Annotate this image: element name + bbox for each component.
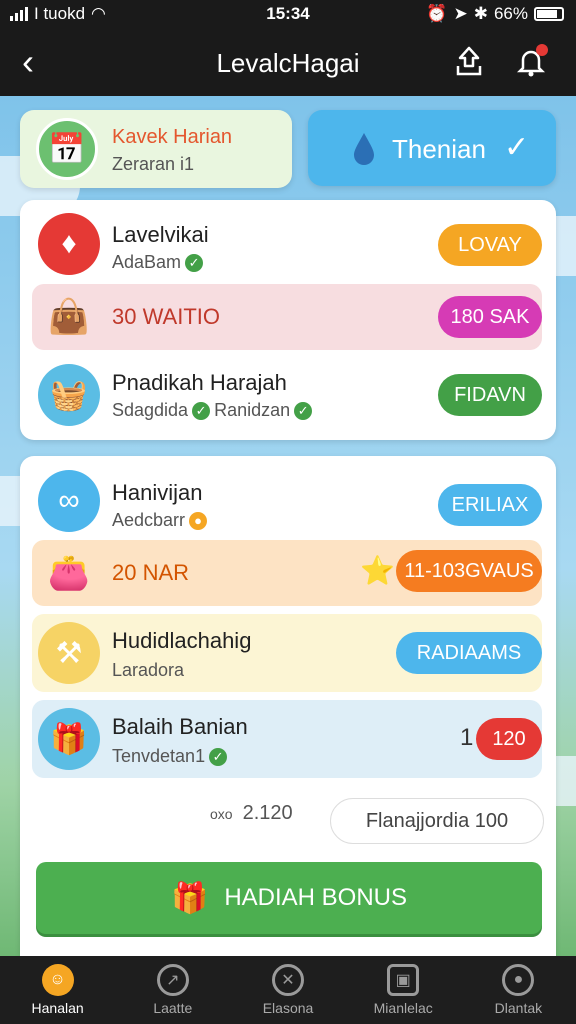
trophy-icon: ♦ — [38, 213, 100, 275]
battery-label: 66% — [493, 4, 528, 23]
amount-prefix: oxo — [210, 805, 233, 822]
claim-button[interactable]: FIDAVN — [438, 374, 542, 416]
amount-value: 2.120 — [242, 802, 293, 824]
user-icon: ● — [502, 964, 535, 996]
tools-icon: ✕ — [272, 964, 304, 996]
theme-tab-label: Thenian — [392, 134, 486, 164]
gift-icon: 🎁 — [170, 881, 209, 915]
basket-icon: 🧺 — [38, 364, 100, 426]
nav-item-tools[interactable]: ✕ Elasona — [230, 956, 345, 1024]
theme-tab[interactable]: Thenian ✓ — [308, 110, 556, 186]
reward-row: ⚒ Hudidlachahig Laradora RADIAAMS — [32, 614, 542, 692]
page-title: LevalcHagai — [216, 48, 360, 78]
bag-icon: 👜 — [47, 298, 91, 336]
promo-row: 👜 30 WAITIO 180 SAK — [32, 284, 542, 350]
claim-button[interactable]: ERILIAX — [438, 484, 542, 526]
avatar-icon: ☺ — [41, 964, 74, 996]
nav-label: Mianlelac — [373, 1000, 433, 1016]
check-icon: ✓ — [185, 253, 204, 272]
reward-title: Pnadikah Harajah — [112, 370, 287, 395]
reward-title: Hanivijan — [112, 480, 203, 505]
calendar-icon: 📅 — [36, 118, 98, 180]
reward-subtitle: Aedcbarr ● — [112, 510, 208, 531]
battery-icon — [534, 7, 564, 21]
promo-button[interactable]: 11-103GVAUS — [396, 550, 542, 592]
reward-row: ∞ Hanivijan Aedcbarr ● ERILIAX — [32, 464, 542, 540]
reward-title: Balaih Banian — [112, 714, 248, 739]
claim-button[interactable]: 120 — [476, 718, 542, 760]
reward-panel-1: ♦ Lavelvikai AdaBam ✓ LOVAY 👜 30 WAITIO 1… — [20, 200, 556, 440]
nav-label: Hanalan — [31, 1000, 84, 1016]
reward-title: Lavelvikai — [112, 222, 209, 247]
link-icon: ∞ — [38, 470, 100, 532]
bonus-button[interactable]: 🎁 HADIAH BONUS — [36, 862, 542, 934]
box-icon: ▣ — [387, 964, 420, 996]
reward-row: 🎁 Balaih Banian Tenvdetan1 ✓ 1 120 — [32, 700, 542, 778]
nav-label: Elasona — [262, 1000, 314, 1016]
tools-icon: ⚒ — [38, 622, 100, 684]
reward-title: Hudidlachahig — [112, 628, 252, 653]
amount-input[interactable]: Flanajjordia 100 — [330, 798, 544, 844]
reward-subtitle: Laradora — [112, 660, 185, 680]
bonus-button-label: HADIAH BONUS — [224, 884, 408, 911]
check-icon: ✓ — [504, 131, 530, 164]
daily-subtitle: Zeraran i1 — [112, 154, 195, 174]
star-icon: ⭐ — [360, 555, 395, 586]
daily-title: Kavek Harian — [112, 126, 233, 148]
bottom-nav: ☺ Hanalan ↗ Laatte ✕ Elasona ▣ Mianlelac… — [0, 956, 576, 1024]
nav-label: Laatte — [153, 1000, 193, 1016]
drop-icon — [354, 133, 374, 165]
reward-subtitle: Tenvdetan1 ✓ — [112, 746, 228, 767]
reward-subtitle: AdaBam ✓ — [112, 252, 204, 273]
compass-icon: ↗ — [156, 964, 189, 996]
daily-level-tab[interactable]: 📅 Kavek Harian Zeraran i1 — [20, 110, 292, 188]
promo-text: 20 NAR — [112, 560, 190, 585]
claim-button[interactable]: LOVAY — [438, 224, 542, 266]
reward-row: 🧺 Pnadikah Harajah Sdagdida ✓ Ranidzan ✓ FI… — [32, 358, 542, 432]
promo-button[interactable]: 180 SAK — [438, 296, 542, 338]
app-bar: ‹ LevalcHagai — [0, 30, 576, 96]
amount-display: oxo 2.120 — [210, 802, 293, 825]
nav-item-inventory[interactable]: ▣ Mianlelac — [346, 956, 461, 1024]
status-bar: I tuokd ◠ 15:34 ⏰ ➤ ✱ 66% — [0, 0, 576, 30]
nav-item-explore[interactable]: ↗ Laatte — [115, 956, 230, 1024]
nav-label: Dlantak — [494, 1000, 543, 1016]
chest-icon: 🎁 — [38, 708, 100, 770]
reward-count: 1 — [460, 724, 474, 751]
promo-row: 👛 20 NAR ⭐ 11-103GVAUS — [32, 540, 542, 606]
wallet-icon: 👛 — [47, 554, 91, 592]
status-right: ⏰ ➤ ✱ 66% — [426, 4, 564, 24]
claim-button[interactable]: RADIAAMS — [396, 632, 542, 674]
alarm-icon: ⏰ — [426, 4, 448, 23]
promo-text: 30 WAITIO — [112, 304, 220, 329]
bluetooth-icon: ✱ — [473, 4, 488, 23]
reward-row: ♦ Lavelvikai AdaBam ✓ LOVAY — [32, 208, 542, 280]
location-icon: ➤ — [453, 4, 468, 23]
nav-item-profile[interactable]: ● Dlantak — [461, 956, 576, 1024]
nav-item-home[interactable]: ☺ Hanalan — [0, 956, 115, 1024]
share-icon[interactable] — [452, 44, 486, 78]
notification-dot — [536, 44, 548, 56]
notification-bell[interactable] — [514, 44, 548, 78]
reward-subtitle: Sdagdida ✓ Ranidzan ✓ — [112, 400, 313, 421]
